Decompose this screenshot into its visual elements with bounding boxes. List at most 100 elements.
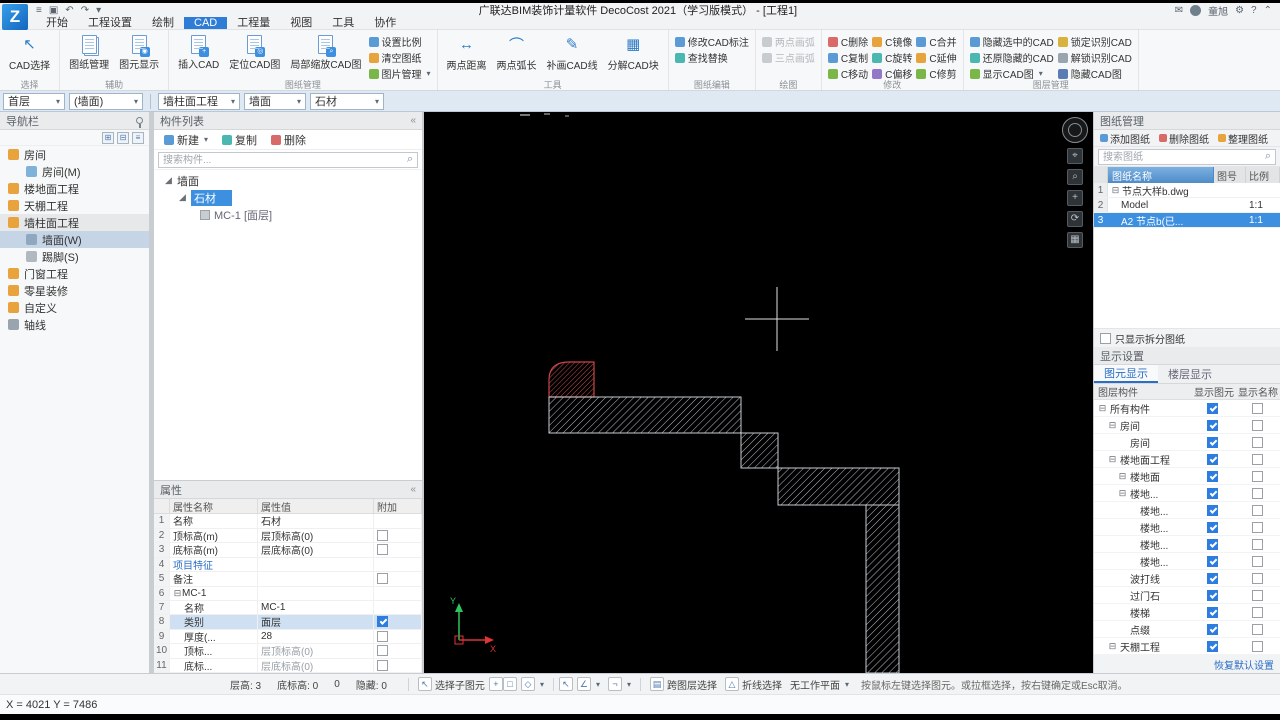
show-name-checkbox[interactable]: [1251, 402, 1263, 414]
undo-icon[interactable]: ↶: [65, 5, 73, 16]
attach-checkbox[interactable]: [377, 573, 388, 585]
property-row[interactable]: 1 名称 石材: [154, 514, 422, 529]
element-dropdown[interactable]: (墙面) ▾: [69, 92, 143, 110]
ribbon-collapse-icon[interactable]: ⌃: [1264, 5, 1272, 16]
nav-item-axis[interactable]: 轴线: [0, 316, 149, 333]
show-element-checkbox[interactable]: [1206, 419, 1218, 431]
nav-item-room[interactable]: 房间(M): [0, 163, 149, 180]
property-row[interactable]: 5 备注: [154, 572, 422, 587]
show-element-checkbox[interactable]: [1206, 538, 1218, 550]
new-component-button[interactable]: 新建 ▾: [158, 131, 214, 149]
sheet-search-input[interactable]: [1098, 149, 1276, 165]
osnap-toggle-button[interactable]: ◇ ▾: [517, 676, 548, 692]
layers-icon[interactable]: ▦: [1067, 232, 1083, 248]
hide-selected-cad-button[interactable]: 隐藏选中的CAD: [969, 35, 1054, 49]
expand-all-icon[interactable]: ⊞: [102, 131, 114, 144]
show-name-checkbox[interactable]: [1251, 504, 1263, 516]
tree-node-stone[interactable]: ◢ 石材: [154, 189, 422, 206]
display-row[interactable]: 点缀: [1094, 621, 1280, 638]
show-element-checkbox[interactable]: [1206, 555, 1218, 567]
redo-icon[interactable]: ↷: [81, 5, 89, 16]
message-icon[interactable]: ✉: [1175, 5, 1183, 16]
display-row[interactable]: ⊟ 房间: [1094, 417, 1280, 434]
zoom-extents-icon[interactable]: ⌖: [1067, 148, 1083, 164]
add-sheet-button[interactable]: 添加图纸: [1100, 131, 1150, 146]
user-name[interactable]: 童旭: [1208, 3, 1228, 18]
filter-mode-button[interactable]: ¬ ▾: [604, 676, 635, 692]
show-element-checkbox[interactable]: [1206, 504, 1218, 516]
tab-draw[interactable]: 绘制: [142, 17, 184, 29]
view-compass-icon[interactable]: [1062, 117, 1088, 143]
show-name-checkbox[interactable]: [1251, 538, 1263, 550]
show-element-checkbox[interactable]: [1206, 521, 1218, 533]
sheet-manager-button[interactable]: 图纸管理: [66, 32, 112, 78]
show-element-checkbox[interactable]: [1206, 453, 1218, 465]
attach-checkbox[interactable]: [377, 544, 388, 556]
tree-expander-icon[interactable]: ◢: [178, 192, 187, 203]
clear-sheet-button[interactable]: 清空图纸: [368, 51, 431, 65]
grid-toggle-icon[interactable]: □: [502, 677, 517, 691]
c-mirror-button[interactable]: C镜像: [872, 35, 912, 49]
tab-start[interactable]: 开始: [36, 17, 78, 29]
pan-icon[interactable]: +: [1067, 190, 1083, 206]
property-row[interactable]: 4 项目特征: [154, 557, 422, 572]
lock-recognized-cad-button[interactable]: 锁定识别CAD: [1057, 35, 1132, 49]
property-row[interactable]: 10 顶标... 层顶标高(0): [154, 644, 422, 659]
restore-defaults-button[interactable]: 恢复默认设置: [1214, 657, 1274, 672]
show-name-checkbox[interactable]: [1251, 521, 1263, 533]
component-dropdown[interactable]: 石材 ▾: [310, 92, 384, 110]
c-rotate-button[interactable]: C旋转: [872, 51, 912, 65]
nav-item-custom[interactable]: 自定义: [0, 299, 149, 316]
display-row[interactable]: 楼地...: [1094, 519, 1280, 536]
sheet-row[interactable]: 2 Model 1:1: [1094, 198, 1280, 213]
display-row[interactable]: ⊟ 楼地面工程: [1094, 451, 1280, 468]
collapse-group-icon[interactable]: ⊟: [173, 588, 182, 599]
angle-snap-button[interactable]: ∠ ▾: [573, 676, 604, 692]
nav-item-floor-works[interactable]: 楼地面工程: [0, 180, 149, 197]
property-row[interactable]: 7 名称 MC-1: [154, 600, 422, 615]
cad-select-button[interactable]: ↖ CAD选择: [6, 32, 53, 78]
attach-checkbox[interactable]: [377, 659, 388, 671]
tab-collaborate[interactable]: 协作: [364, 17, 406, 29]
select-subelement-button[interactable]: ↖ 选择子图元: [414, 676, 489, 693]
copy-component-button[interactable]: 复制: [216, 131, 263, 149]
nav-item-wall-column-works[interactable]: 墙柱面工程: [0, 214, 149, 231]
collapse-group-icon[interactable]: ⊟: [1108, 420, 1117, 431]
cross-layer-select-button[interactable]: ▤ 跨图层选择: [646, 676, 721, 693]
explode-cad-block-button[interactable]: ▦ 分解CAD块: [605, 32, 662, 78]
show-name-checkbox[interactable]: [1251, 470, 1263, 482]
collapse-panel-icon[interactable]: «: [410, 115, 416, 126]
display-row[interactable]: 楼地...: [1094, 502, 1280, 519]
type-dropdown[interactable]: 墙面 ▾: [244, 92, 306, 110]
two-point-arc-button[interactable]: 两点画弧: [761, 35, 815, 49]
display-row[interactable]: 楼梯: [1094, 604, 1280, 621]
collapse-group-icon[interactable]: ⊟: [1108, 454, 1117, 465]
component-search-input[interactable]: [158, 152, 418, 168]
show-element-checkbox[interactable]: [1206, 640, 1218, 652]
settings-gear-icon[interactable]: ⚙: [1235, 5, 1244, 16]
display-row[interactable]: 楼地...: [1094, 536, 1280, 553]
locate-cad-button[interactable]: ◎ 定位CAD图: [226, 32, 283, 78]
nav-item-misc-decoration[interactable]: 零星装修: [0, 282, 149, 299]
save-icon[interactable]: ▣: [49, 5, 58, 16]
restore-hidden-cad-button[interactable]: 还原隐藏的CAD: [969, 51, 1054, 65]
show-element-checkbox[interactable]: [1206, 606, 1218, 618]
display-row[interactable]: 过门石: [1094, 587, 1280, 604]
tab-quantity[interactable]: 工程量: [227, 17, 280, 29]
tree-node-wall[interactable]: ◢ 墙面: [154, 172, 422, 189]
show-name-checkbox[interactable]: [1251, 419, 1263, 431]
two-point-arc-length-button[interactable]: ⌒ 两点弧长: [494, 32, 540, 78]
tab-cad[interactable]: CAD: [184, 17, 228, 29]
menu-icon[interactable]: ≡: [36, 5, 42, 16]
pick-mode-icon[interactable]: ↖: [558, 677, 573, 691]
c-extend-button[interactable]: C延伸: [916, 51, 957, 65]
tree-node-mc1[interactable]: MC-1 [面层]: [154, 206, 422, 223]
show-name-checkbox[interactable]: [1251, 453, 1263, 465]
element-display-button[interactable]: ◉ 图元显示: [116, 32, 162, 78]
show-element-checkbox[interactable]: [1206, 623, 1218, 635]
nav-item-door-window-works[interactable]: 门窗工程: [0, 265, 149, 282]
nav-item-wall-surface[interactable]: 墙面(W): [0, 231, 149, 248]
nav-item-room-group[interactable]: 房间: [0, 146, 149, 163]
tab-tools[interactable]: 工具: [322, 17, 364, 29]
show-element-checkbox[interactable]: [1206, 402, 1218, 414]
